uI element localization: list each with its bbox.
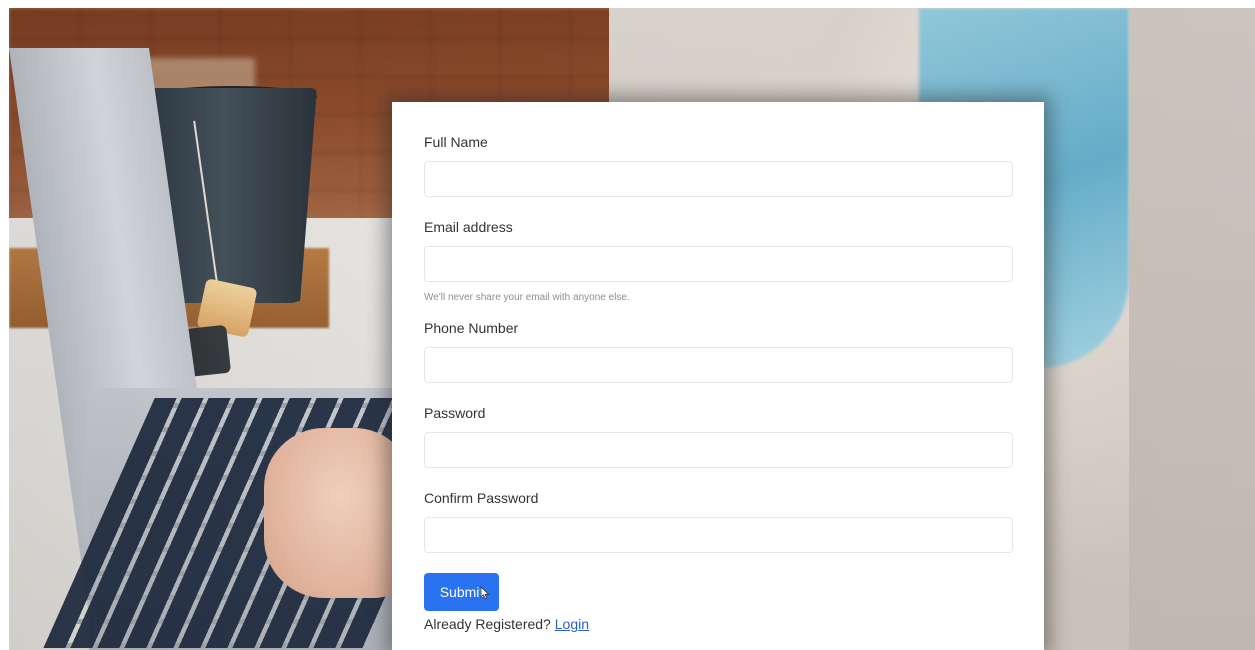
phone-field: Phone Number [424, 320, 1013, 383]
email-input[interactable] [424, 246, 1013, 282]
full-name-field: Full Name [424, 134, 1013, 197]
password-label: Password [424, 405, 486, 421]
phone-input[interactable] [424, 347, 1013, 383]
confirm-password-label: Confirm Password [424, 490, 539, 506]
login-link[interactable]: Login [555, 616, 589, 632]
confirm-password-input[interactable] [424, 517, 1013, 553]
full-name-label: Full Name [424, 134, 488, 150]
password-input[interactable] [424, 432, 1013, 468]
registration-form: Full Name Email address We'll never shar… [392, 102, 1044, 650]
confirm-password-field: Confirm Password [424, 490, 1013, 553]
phone-label: Phone Number [424, 320, 519, 336]
password-field: Password [424, 405, 1013, 468]
email-label: Email address [424, 219, 513, 235]
full-name-input[interactable] [424, 161, 1013, 197]
mouse-cursor-icon [480, 586, 490, 600]
email-help-text: We'll never share your email with anyone… [424, 292, 630, 303]
email-field: Email address We'll never share your ema… [424, 219, 1013, 303]
already-registered-text: Already Registered? Login [424, 616, 1012, 632]
already-registered-label: Already Registered? [424, 616, 551, 632]
